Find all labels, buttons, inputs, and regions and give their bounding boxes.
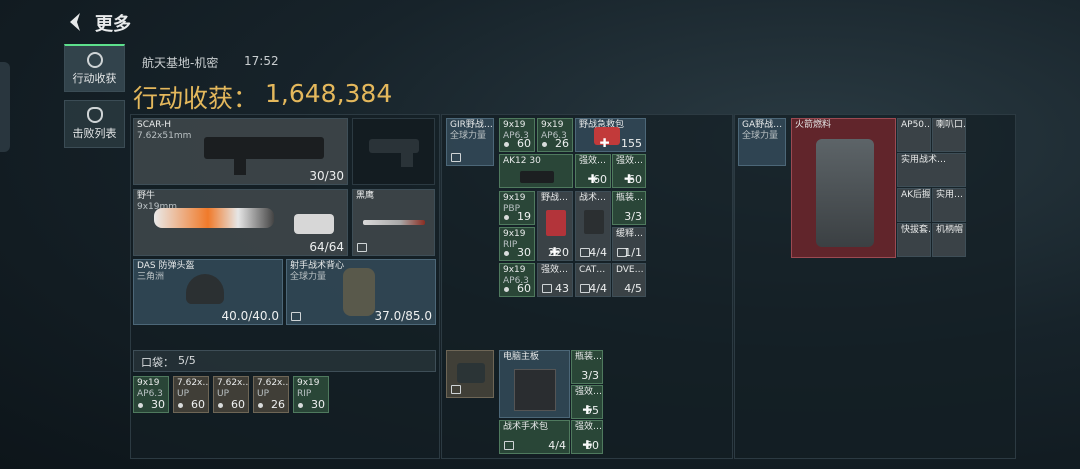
unlock-icon <box>542 284 552 293</box>
vest-icon <box>343 268 375 316</box>
rocket-fuel-name: 火箭燃料 <box>795 120 832 130</box>
tab-label: 行动收获 <box>72 72 117 85</box>
plus-icon: ✚ <box>599 136 610 150</box>
bandage-icon <box>546 210 566 236</box>
vest-slot[interactable]: 射手战术背心 全球力量 37.0/85.0 <box>286 259 436 325</box>
yield-value: 1,648,384 <box>265 79 393 108</box>
stock-icon <box>294 214 334 234</box>
rig-item-magazine[interactable]: AK12 30 <box>499 154 573 188</box>
chest-rig-name: GIR野战… <box>450 120 493 130</box>
rig-item[interactable]: DVE… 4/5 <box>612 263 646 297</box>
backpack-item[interactable]: 强效… ✚ 55 <box>571 385 603 419</box>
rig-item[interactable]: 9x19 AP6.3 60 <box>499 118 535 152</box>
rig-item[interactable]: 强效… ✚ 60 <box>612 154 646 188</box>
unlock-icon <box>357 243 367 252</box>
backpack-item-motherboard[interactable]: 电脑主板 <box>499 350 570 418</box>
unlock-icon <box>451 153 461 162</box>
map-name: 航天基地-机密 <box>142 56 219 70</box>
safebox-item[interactable]: 机柄帽 <box>932 223 966 257</box>
target-icon <box>86 52 103 68</box>
rig-item-tactical[interactable]: 战术… 4/4 <box>575 191 611 261</box>
unlock-icon <box>451 385 461 394</box>
vest-durability: 37.0/85.0 <box>374 309 432 323</box>
rig-item-medkit[interactable]: 野战急救包 ✚ 155 <box>575 118 646 152</box>
weapon-name: SCAR-H <box>137 120 172 130</box>
ammo-count: 64/64 <box>309 240 344 254</box>
pockets-capacity: 5/5 <box>178 354 196 367</box>
safebox-item[interactable]: 喇叭口… <box>932 118 966 152</box>
motherboard-icon <box>514 369 556 411</box>
safebox-item[interactable]: AK后握 <box>897 188 931 222</box>
rig-item[interactable]: 强效… 43 <box>537 263 573 297</box>
secondary-weapon-slot[interactable]: 野牛 9x19mm 64/64 <box>133 189 348 256</box>
rig-item[interactable]: 9x19 AP6.3 26 <box>537 118 573 152</box>
backpack-item[interactable]: 瓶装… 3/3 <box>571 350 603 384</box>
rig-item-bandage[interactable]: 野战… ✚ 220 <box>537 191 573 261</box>
pocket-item[interactable]: 9x19 RIP 30 <box>293 376 329 413</box>
pocket-item[interactable]: 7.62x… UP 26 <box>253 376 289 413</box>
chest-rig-sub: 全球力量 <box>450 131 487 141</box>
ammo-count: 30/30 <box>309 169 344 183</box>
rig-item[interactable]: 强效… ✚ 60 <box>575 154 611 188</box>
helmet-durability: 40.0/40.0 <box>221 309 279 323</box>
safebox-sub: 全球力量 <box>742 131 779 141</box>
safebox-item[interactable]: AP50… <box>897 118 931 152</box>
helmet-slot[interactable]: DAS 防弹头盔 三角洲 40.0/40.0 <box>133 259 283 325</box>
tab-action-yield[interactable]: 行动收获 <box>64 44 125 92</box>
helmet-sub: 三角洲 <box>137 272 165 282</box>
vest-name: 射手战术背心 <box>290 261 345 271</box>
yield-label: 行动收获： <box>133 84 259 113</box>
safebox-name: GA野战… <box>742 120 783 130</box>
backpack-icon <box>457 363 485 383</box>
skull-icon <box>86 107 103 123</box>
knife-icon <box>363 220 425 225</box>
jerrycan-icon <box>816 139 874 247</box>
unlock-icon <box>504 441 514 450</box>
rig-item[interactable]: 瓶装… 3/3 <box>612 191 646 225</box>
vest-sub: 全球力量 <box>290 272 327 282</box>
melee-name: 黑鹰 <box>356 191 375 201</box>
page-title: 更多 <box>95 14 131 35</box>
rig-item[interactable]: 9x19 PBP 19 <box>499 191 535 225</box>
safebox-item[interactable]: 实用… <box>932 188 966 222</box>
pocket-item[interactable]: 9x19 AP6.3 30 <box>133 376 169 413</box>
tab-defeat-list[interactable]: 击败列表 <box>64 100 125 148</box>
rig-item[interactable]: 9x19 AP6.3 60 <box>499 263 535 297</box>
tactical-kit-icon <box>584 210 604 234</box>
rocket-fuel-item[interactable]: 火箭燃料 <box>791 118 896 258</box>
pocket-item[interactable]: 7.62x… UP 60 <box>213 376 249 413</box>
helmet-icon <box>186 274 224 304</box>
pockets-label: 口袋： <box>141 356 174 369</box>
chest-rig-slot[interactable]: GIR野战… 全球力量 <box>446 118 494 166</box>
unlock-icon <box>291 312 301 321</box>
safebox-item[interactable]: 快拔套… <box>897 223 931 257</box>
rifle-magazine-icon <box>234 157 246 175</box>
weapon-name: 野牛 <box>137 191 156 201</box>
smg-icon <box>154 208 274 228</box>
backpack-item-surgery-kit[interactable]: 战术手术包 4/4 <box>499 420 570 454</box>
session-time: 17:52 <box>244 54 279 68</box>
melee-slot[interactable]: 黑鹰 <box>352 189 435 256</box>
safebox-item[interactable]: 实用战术… <box>897 153 966 187</box>
rig-item[interactable]: 9x19 RIP 30 <box>499 227 535 261</box>
magazine-icon <box>520 171 554 183</box>
left-edge-handle[interactable] <box>0 62 10 152</box>
rig-item[interactable]: CAT… 4/4 <box>575 263 611 297</box>
helmet-name: DAS 防弹头盔 <box>137 261 195 271</box>
backpack-item[interactable]: 强效… ✚ 60 <box>571 420 603 454</box>
pocket-item[interactable]: 7.62x… UP 60 <box>173 376 209 413</box>
back-icon[interactable] <box>64 10 88 34</box>
pistol-slot[interactable] <box>352 118 435 185</box>
pistol-grip-icon <box>401 149 413 167</box>
pockets-header: 口袋： 5/5 <box>133 350 436 372</box>
backpack-slot[interactable] <box>446 350 494 398</box>
primary-weapon-slot[interactable]: SCAR-H 7.62x51mm 30/30 <box>133 118 348 185</box>
weapon-caliber: 7.62x51mm <box>137 131 192 141</box>
rig-item[interactable]: 缓释… 1/1 <box>612 227 646 261</box>
rifle-icon <box>204 137 324 159</box>
tab-label: 击败列表 <box>72 127 117 140</box>
safebox-container-slot[interactable]: GA野战… 全球力量 <box>738 118 786 166</box>
